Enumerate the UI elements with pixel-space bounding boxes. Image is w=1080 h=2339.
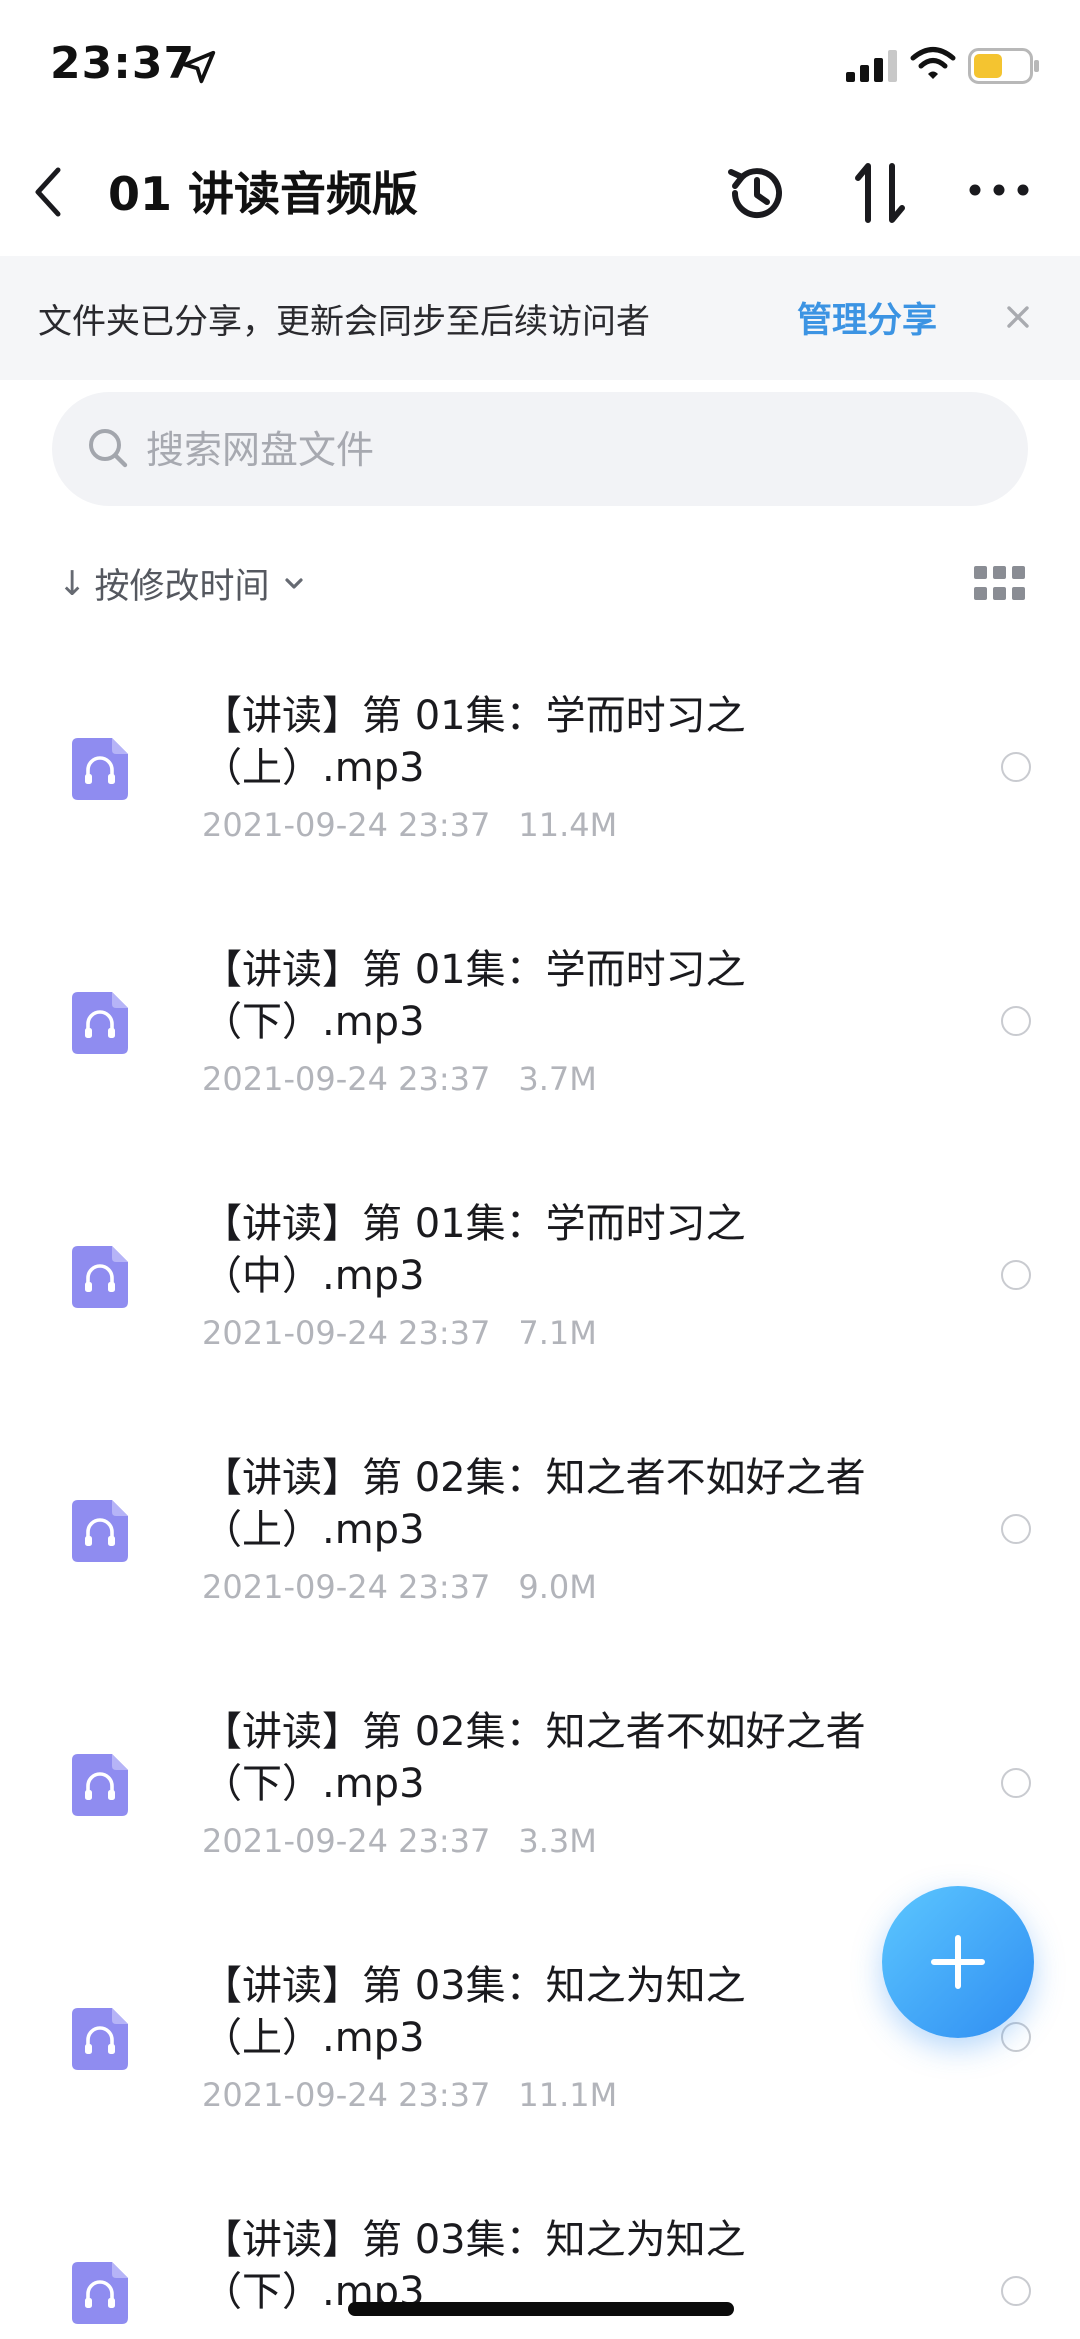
select-checkbox[interactable] — [1001, 1514, 1031, 1544]
nav-bar: 01 讲读音频版 — [0, 140, 1080, 250]
file-item[interactable]: 【讲读】第 01集：学而时习之（中）.mp3 2021-09-24 23:37 7… — [0, 1148, 1080, 1402]
audio-headphones-icon — [72, 1246, 128, 1308]
add-button[interactable] — [882, 1886, 1034, 2038]
file-meta — [202, 2330, 230, 2339]
more-icon[interactable] — [968, 176, 1030, 204]
file-size: 11.4M — [518, 806, 618, 844]
audio-headphones-icon — [72, 738, 128, 800]
sort-icon[interactable] — [848, 158, 914, 228]
file-meta: 2021-09-24 23:37 3.3M — [202, 1822, 597, 1860]
sort-direction-arrow: ↓ — [58, 563, 87, 604]
file-size: 3.3M — [518, 1822, 597, 1860]
sort-dropdown[interactable]: ↓ 按修改时间 — [58, 558, 304, 614]
file-date: 2021-09-24 23:37 — [202, 1822, 491, 1860]
file-meta: 2021-09-24 23:37 11.4M — [202, 806, 617, 844]
audio-headphones-icon — [72, 2008, 128, 2070]
file-item[interactable]: 【讲读】第 02集：知之者不如好之者（上）.mp3 2021-09-24 23:… — [0, 1402, 1080, 1656]
audio-headphones-icon — [72, 992, 128, 1054]
select-checkbox[interactable] — [1001, 2276, 1031, 2306]
search-input[interactable] — [144, 414, 988, 486]
file-meta: 2021-09-24 23:37 9.0M — [202, 1568, 597, 1606]
status-bar: 23:37 — [0, 0, 1080, 130]
search-icon — [89, 429, 128, 468]
file-item[interactable]: 【讲读】第 01集：学而时习之（下）.mp3 2021-09-24 23:37 3… — [0, 894, 1080, 1148]
file-item[interactable]: 【讲读】第 01集：学而时习之（上）.mp3 2021-09-24 23:37 1… — [0, 640, 1080, 894]
file-date: 2021-09-24 23:37 — [202, 2076, 491, 2114]
home-indicator — [348, 2302, 734, 2316]
file-size: 9.0M — [518, 1568, 597, 1606]
file-date: 2021-09-24 23:37 — [202, 1314, 491, 1352]
file-date: 2021-09-24 23:37 — [202, 1060, 491, 1098]
file-name: 【讲读】第 01集：学而时习之（中）.mp3 — [202, 1201, 746, 1299]
plus-icon — [931, 1935, 985, 1989]
file-meta: 2021-09-24 23:37 11.1M — [202, 2076, 617, 2114]
file-size: 7.1M — [518, 1314, 597, 1352]
file-name: 【讲读】第 02集：知之者不如好之者（下）.mp3 — [202, 1709, 866, 1807]
audio-headphones-icon — [72, 2262, 128, 2324]
battery-icon — [968, 48, 1039, 84]
audio-headphones-icon — [72, 1754, 128, 1816]
close-icon[interactable] — [1003, 302, 1033, 332]
file-date: 2021-09-24 23:37 — [202, 1568, 491, 1606]
file-name: 【讲读】第 01集：学而时习之（上）.mp3 — [202, 693, 746, 791]
location-arrow-icon — [182, 50, 216, 84]
file-size: 11.1M — [518, 2076, 618, 2114]
search-box[interactable] — [52, 392, 1028, 506]
screen: 23:37 01 讲读音频版 文件夹已分享，更新会同步至后续访问者 管理分享 搜… — [0, 0, 1080, 2339]
file-name: 【讲读】第 03集：知之为知之（上）.mp3 — [202, 1963, 746, 2061]
history-icon[interactable] — [722, 158, 792, 228]
file-name: 【讲读】第 01集：学而时习之（下）.mp3 — [202, 947, 746, 1045]
file-name: 【讲读】第 02集：知之者不如好之者（上）.mp3 — [202, 1455, 866, 1553]
select-checkbox[interactable] — [1001, 1768, 1031, 1798]
grid-view-icon[interactable] — [974, 566, 1026, 602]
file-date: 2021-09-24 23:37 — [202, 806, 491, 844]
signal-icon — [846, 50, 897, 82]
file-meta: 2021-09-24 23:37 7.1M — [202, 1314, 597, 1352]
chevron-down-icon — [284, 577, 303, 589]
wifi-icon — [910, 47, 956, 79]
audio-headphones-icon — [72, 1500, 128, 1562]
file-size: 3.7M — [518, 1060, 597, 1098]
file-meta: 2021-09-24 23:37 3.7M — [202, 1060, 597, 1098]
share-banner-text: 文件夹已分享，更新会同步至后续访问者 — [38, 302, 650, 342]
sort-label: 按修改时间 — [94, 567, 270, 607]
select-checkbox[interactable] — [1001, 2022, 1031, 2052]
status-time: 23:37 — [50, 38, 196, 89]
select-checkbox[interactable] — [1001, 752, 1031, 782]
file-item[interactable]: 【讲读】第 02集：知之者不如好之者（下）.mp3 2021-09-24 23:… — [0, 1656, 1080, 1910]
select-checkbox[interactable] — [1001, 1006, 1031, 1036]
manage-share-link[interactable]: 管理分享 — [797, 292, 937, 343]
back-icon[interactable] — [28, 162, 68, 222]
page-title: 01 讲读音频版 — [108, 167, 419, 221]
select-checkbox[interactable] — [1001, 1260, 1031, 1290]
share-banner: 文件夹已分享，更新会同步至后续访问者 管理分享 — [0, 256, 1080, 380]
